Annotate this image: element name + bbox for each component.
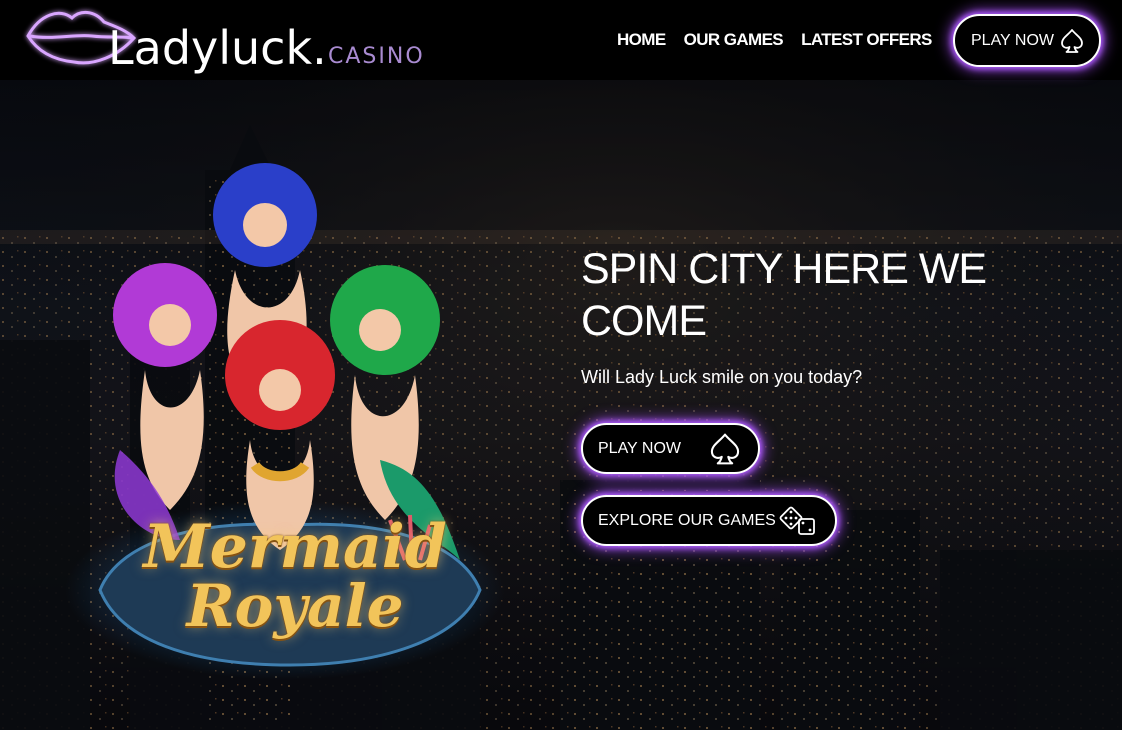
hero-section: Mermaid Royale SPIN CITY HERE WE COME Wi… (0, 80, 1122, 730)
page: Ladyluck. CASINO HOME OUR GAMES LATEST O… (0, 0, 1122, 730)
hero-subtitle: Will Lady Luck smile on you today? (581, 367, 863, 387)
logo-casino-text: CASINO (328, 44, 425, 69)
nav-our-games[interactable]: OUR GAMES (684, 30, 784, 50)
hero-play-now-button[interactable]: PLAY NOW (581, 423, 760, 474)
nav-home[interactable]: HOME (617, 30, 666, 50)
main-nav: HOME OUR GAMES LATEST OFFERS (617, 30, 950, 50)
game-title-line1: Mermaid (143, 512, 447, 582)
hero-play-now-label: PLAY NOW (598, 439, 681, 457)
logo-wordmark: Ladyluck. (108, 21, 327, 75)
mermaid-royale-artwork[interactable]: Mermaid Royale (60, 120, 530, 680)
header-play-now-button[interactable]: PLAY NOW (953, 14, 1101, 67)
header-play-now-label: PLAY NOW (971, 31, 1054, 49)
spade-icon (1061, 28, 1083, 53)
hero-title: SPIN CITY HERE WE COME (581, 245, 987, 345)
explore-our-games-label: EXPLORE OUR GAMES (598, 511, 776, 529)
nav-latest-offers[interactable]: LATEST OFFERS (801, 30, 932, 50)
game-title-line2: Royale (186, 572, 404, 640)
site-header: Ladyluck. CASINO HOME OUR GAMES LATEST O… (0, 0, 1122, 80)
explore-our-games-button[interactable]: EXPLORE OUR GAMES (581, 495, 837, 546)
site-logo[interactable]: Ladyluck. CASINO (22, 4, 432, 78)
dice-icon (779, 506, 815, 535)
spade-icon (710, 433, 740, 464)
